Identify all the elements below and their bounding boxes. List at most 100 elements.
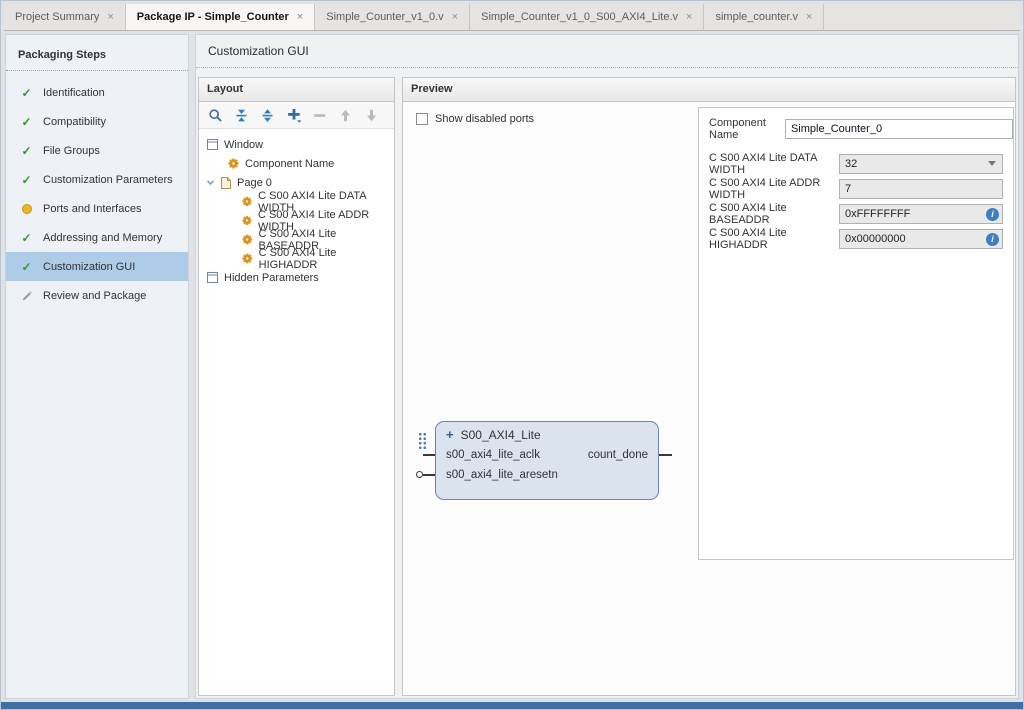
layout-tree: Window Component Name Page 0 C S00 AXI4 … bbox=[199, 129, 394, 287]
checkbox-label: Show disabled ports bbox=[435, 113, 535, 125]
step-label: File Groups bbox=[43, 144, 100, 157]
tree-item-hidden-parameters[interactable]: Hidden Parameters bbox=[199, 268, 394, 287]
sidebar-item-customization-parameters[interactable]: ✓ Customization Parameters bbox=[6, 165, 188, 194]
chevron-down-icon bbox=[206, 180, 215, 186]
tree-label: Page 0 bbox=[237, 176, 272, 189]
check-icon: ✓ bbox=[21, 143, 32, 158]
show-disabled-ports-option[interactable]: Show disabled ports bbox=[416, 113, 534, 125]
ip-block-diagram[interactable]: + S00_AXI4_Lite s00_axi4_lite_aclk count… bbox=[416, 421, 672, 500]
tab-label: Package IP - Simple_Counter bbox=[136, 11, 289, 23]
data-width-select[interactable]: 32 bbox=[839, 153, 1003, 174]
package-ip-main: Customization GUI Layout Window Componen… bbox=[195, 34, 1019, 699]
tab-package-ip-simple-counter[interactable]: Package IP - Simple_Counter × bbox=[125, 4, 316, 30]
collapse-all-icon bbox=[236, 109, 247, 121]
close-icon[interactable]: × bbox=[686, 11, 692, 23]
field-label: C S00 AXI4 Lite DATA WIDTH bbox=[709, 151, 817, 176]
sidebar-item-file-groups[interactable]: ✓ File Groups bbox=[6, 136, 188, 165]
plus-icon bbox=[287, 109, 301, 123]
layout-panel-header: Layout bbox=[199, 78, 394, 102]
close-icon[interactable]: × bbox=[452, 11, 458, 23]
tree-label: C S00 AXI4 Lite HIGHADDR bbox=[258, 246, 337, 271]
sidebar-title: Packaging Steps bbox=[18, 49, 107, 61]
tab-project-summary[interactable]: Project Summary × bbox=[4, 4, 126, 30]
search-button[interactable] bbox=[206, 106, 225, 125]
move-down-button[interactable] bbox=[362, 106, 381, 125]
check-icon: ✓ bbox=[21, 114, 32, 129]
component-name-input[interactable] bbox=[784, 119, 1013, 139]
step-label: Addressing and Memory bbox=[43, 231, 163, 244]
move-up-button[interactable] bbox=[336, 106, 355, 125]
sidebar-item-review-and-package[interactable]: Review and Package bbox=[6, 281, 188, 310]
panel-splitter[interactable] bbox=[395, 77, 402, 696]
vivado-window: Project Summary × Package IP - Simple_Co… bbox=[0, 0, 1024, 710]
step-label: Customization Parameters bbox=[43, 173, 173, 186]
close-icon[interactable]: × bbox=[297, 11, 303, 23]
field-label: C S00 AXI4 Lite HIGHADDR bbox=[709, 226, 787, 251]
field-data-width: C S00 AXI4 Lite DATA WIDTH 32 bbox=[699, 151, 1013, 176]
sidebar-item-customization-gui[interactable]: ✓ Customization GUI bbox=[6, 252, 188, 281]
attention-icon bbox=[20, 203, 33, 214]
step-label: Review and Package bbox=[43, 289, 147, 302]
tab-label: Simple_Counter_v1_0.v bbox=[326, 11, 444, 23]
expand-plus-icon[interactable]: + bbox=[446, 428, 454, 441]
remove-parameter-button[interactable] bbox=[310, 106, 329, 125]
tab-label: simple_counter.v bbox=[715, 11, 799, 23]
page-title: Customization GUI bbox=[196, 35, 1018, 68]
step-label: Compatibility bbox=[43, 115, 106, 128]
show-disabled-ports-checkbox[interactable] bbox=[416, 113, 428, 125]
port-stub-active-low bbox=[416, 471, 435, 478]
gear-icon bbox=[228, 158, 239, 169]
minus-icon bbox=[314, 113, 326, 117]
port-stub bbox=[423, 454, 435, 456]
add-parameter-button[interactable] bbox=[284, 106, 303, 125]
close-icon[interactable]: × bbox=[107, 11, 113, 23]
check-icon: ✓ bbox=[21, 85, 32, 100]
packaging-steps-list: ✓ Identification ✓ Compatibility ✓ File … bbox=[6, 71, 188, 310]
info-icon[interactable]: i bbox=[986, 207, 999, 221]
tab-label: Project Summary bbox=[15, 11, 100, 23]
search-icon bbox=[209, 108, 222, 122]
sidebar-item-addressing-and-memory[interactable]: ✓ Addressing and Memory bbox=[6, 223, 188, 252]
arrow-down-icon bbox=[367, 109, 376, 121]
layout-toolbar bbox=[199, 102, 394, 129]
tab-simple-counter-v[interactable]: simple_counter.v × bbox=[704, 4, 825, 30]
baseaddr-input-wrap: i bbox=[839, 203, 1003, 224]
step-label: Customization GUI bbox=[43, 260, 136, 273]
window-icon bbox=[207, 272, 218, 283]
tab-simple-counter-v1-0-s00-axi4-lite-v[interactable]: Simple_Counter_v1_0_S00_AXI4_Lite.v × bbox=[470, 4, 705, 30]
drag-handle-icon[interactable] bbox=[418, 432, 428, 449]
packaging-steps-sidebar: Packaging Steps ✓ Identification ✓ Compa… bbox=[5, 34, 189, 699]
arrow-up-icon bbox=[341, 109, 350, 121]
tab-label: Simple_Counter_v1_0_S00_AXI4_Lite.v bbox=[481, 11, 679, 23]
component-name-row: Component Name bbox=[709, 117, 1013, 141]
field-addr-width: C S00 AXI4 Lite ADDR WIDTH bbox=[699, 176, 1013, 201]
tree-item-window[interactable]: Window bbox=[199, 135, 394, 154]
tree-item-highaddr[interactable]: C S00 AXI4 Lite HIGHADDR bbox=[199, 246, 394, 271]
expand-all-button[interactable] bbox=[258, 106, 277, 125]
sidebar-item-compatibility[interactable]: ✓ Compatibility bbox=[6, 107, 188, 136]
close-icon[interactable]: × bbox=[806, 11, 812, 23]
pencil-icon bbox=[20, 290, 33, 302]
tree-label: Window bbox=[224, 138, 264, 151]
ip-interface-header: + S00_AXI4_Lite bbox=[436, 422, 658, 445]
addr-width-input[interactable] bbox=[845, 182, 965, 195]
highaddr-input[interactable] bbox=[845, 232, 965, 245]
baseaddr-input[interactable] bbox=[845, 207, 965, 220]
info-icon[interactable]: i bbox=[986, 232, 999, 246]
sidebar-item-identification[interactable]: ✓ Identification bbox=[6, 78, 188, 107]
tab-simple-counter-v1-0-v[interactable]: Simple_Counter_v1_0.v × bbox=[315, 4, 471, 30]
collapse-all-button[interactable] bbox=[232, 106, 251, 125]
preview-panel: Preview Show disabled ports + S00_AXI4_L… bbox=[402, 77, 1016, 696]
ip-interface-name: S00_AXI4_Lite bbox=[460, 428, 541, 442]
gear-icon bbox=[242, 253, 253, 264]
port-name-aclk: s00_axi4_lite_aclk bbox=[446, 449, 540, 461]
port-row: s00_axi4_lite_aclk count_done bbox=[423, 445, 672, 465]
port-row: s00_axi4_lite_aresetn bbox=[416, 465, 658, 485]
expand-all-icon bbox=[262, 108, 273, 122]
step-label: Ports and Interfaces bbox=[43, 202, 142, 215]
window-icon bbox=[207, 139, 218, 150]
sidebar-item-ports-and-interfaces[interactable]: Ports and Interfaces bbox=[6, 194, 188, 223]
tree-item-component-name[interactable]: Component Name bbox=[199, 154, 394, 173]
gear-icon bbox=[242, 196, 252, 207]
port-name-count-done: count_done bbox=[587, 449, 648, 461]
